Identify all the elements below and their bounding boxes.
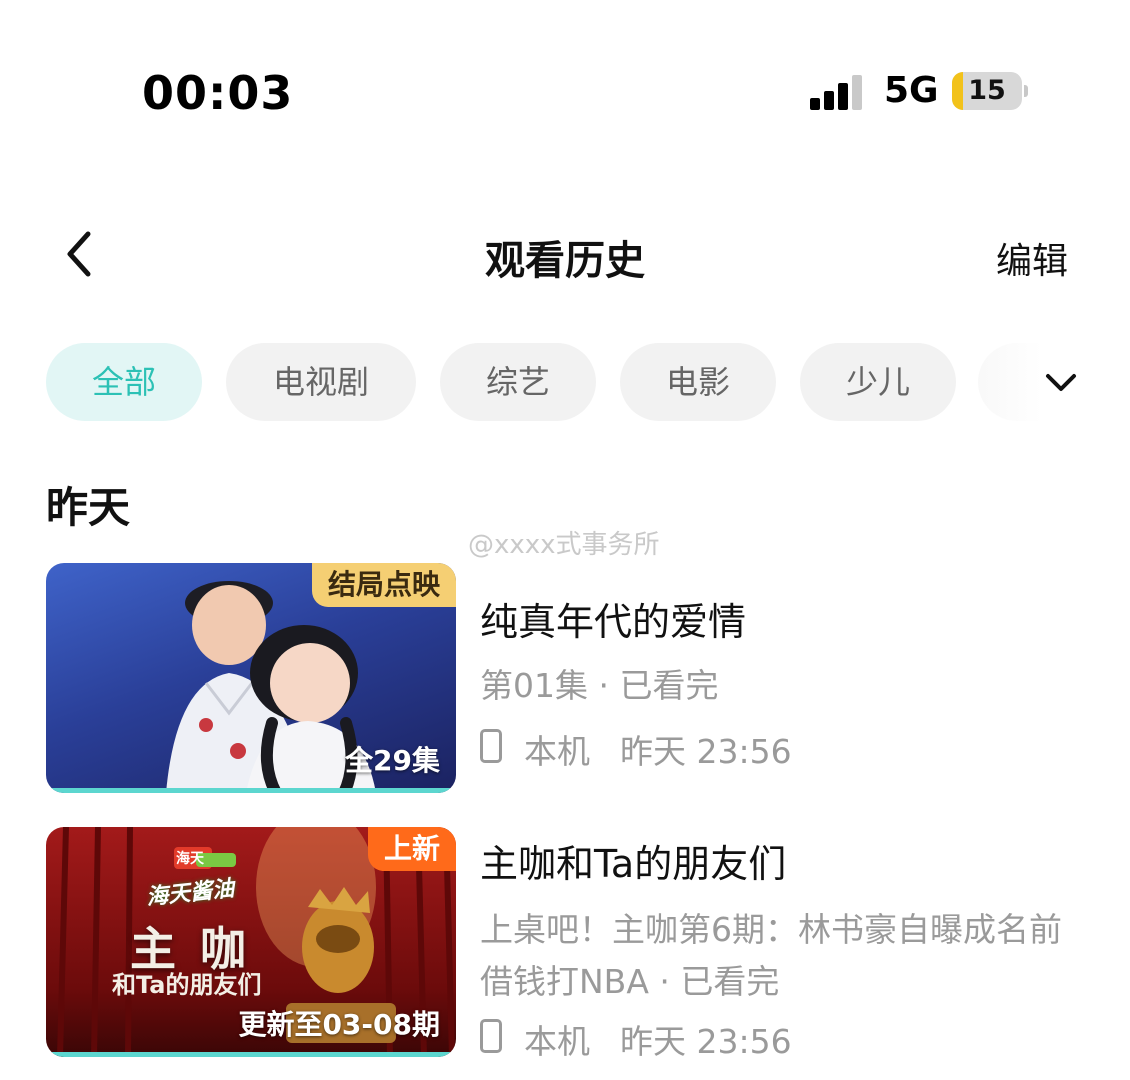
item-title: 主咖和Ta的朋友们: [480, 842, 787, 886]
chevron-down-icon[interactable]: [1040, 366, 1082, 398]
watched-time: 昨天 23:56: [620, 1022, 792, 1061]
thumbnail[interactable]: 海天 海天酱油 主 咖 和Ta的朋友们 上新 更新至03-08期: [46, 827, 456, 1057]
battery-level: 15: [968, 75, 1006, 106]
poster-subtitle: 和Ta的朋友们: [112, 971, 262, 999]
status-badge: 上新: [367, 827, 456, 871]
device-label: 本机: [524, 1022, 590, 1061]
poster-brand: 海天: [176, 851, 204, 867]
network-type: 5G: [884, 70, 939, 111]
filter-chip-kids[interactable]: 少儿: [800, 343, 956, 421]
filter-chip-tv[interactable]: 电视剧: [226, 343, 416, 421]
history-item[interactable]: 结局点映 全29集 纯真年代的爱情 第01集 · 已看完 本机 昨天 23:56: [46, 563, 1106, 795]
filter-chips: 全部 电视剧 综艺 电影 少儿: [46, 343, 1130, 421]
episode-count: 更新至03-08期: [238, 1008, 440, 1041]
item-info: 主咖和Ta的朋友们 上桌吧！主咖第6期：林书豪自曝成名前借钱打NBA · 已看完: [480, 827, 1080, 1008]
item-info: 纯真年代的爱情 第01集 · 已看完: [480, 563, 1080, 712]
item-progress: 上桌吧！主咖第6期：林书豪自曝成名前借钱打NBA · 已看完: [480, 910, 1062, 1001]
edit-button[interactable]: 编辑: [996, 232, 1068, 284]
watched-time: 昨天 23:56: [620, 732, 792, 771]
filter-chip-variety[interactable]: 综艺: [440, 343, 596, 421]
page-title: 观看历史: [485, 238, 645, 284]
item-meta: 本机 昨天 23:56: [480, 725, 792, 771]
thumbnail[interactable]: 结局点映 全29集: [46, 563, 456, 793]
battery-icon: 15: [952, 72, 1028, 110]
filter-chip-overflow: [978, 343, 1042, 421]
status-time: 00:03: [142, 66, 294, 120]
signal-icon: [810, 75, 862, 110]
history-item[interactable]: 海天 海天酱油 主 咖 和Ta的朋友们 上新 更新至03-08期 主咖和Ta的朋…: [46, 827, 1106, 1061]
section-title: 昨天: [46, 483, 131, 532]
item-title: 纯真年代的爱情: [480, 600, 747, 644]
phone-icon: [480, 729, 502, 763]
filter-chip-movie[interactable]: 电影: [620, 343, 776, 421]
episode-count: 全29集: [345, 744, 440, 777]
item-meta: 本机 昨天 23:56: [480, 1015, 792, 1061]
device-label: 本机: [524, 732, 590, 771]
watermark: @xxxx式事务所: [468, 530, 660, 560]
item-progress: 第01集 · 已看完: [480, 666, 719, 705]
status-badge: 结局点映: [311, 563, 456, 607]
phone-icon: [480, 1019, 502, 1053]
filter-chip-all[interactable]: 全部: [46, 343, 202, 421]
status-bar: 00:03 5G 15: [0, 0, 1130, 180]
